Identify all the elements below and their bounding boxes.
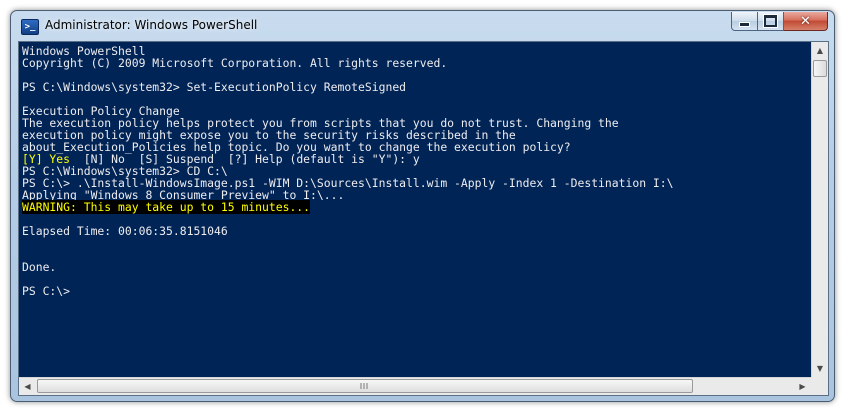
arrow-right-icon: ▶ bbox=[799, 382, 806, 391]
horizontal-scrollbar[interactable]: ◀ ▶ bbox=[19, 377, 811, 395]
scroll-right-button[interactable]: ▶ bbox=[794, 378, 811, 395]
console-line: Copyright (C) 2009 Microsoft Corporation… bbox=[22, 56, 448, 70]
scroll-down-button[interactable]: ▼ bbox=[812, 360, 828, 377]
warning-text: WARNING: This may take up to 15 minutes.… bbox=[22, 200, 311, 214]
arrow-down-icon: ▼ bbox=[816, 364, 824, 373]
close-icon: ✕ bbox=[800, 13, 811, 29]
maximize-button[interactable] bbox=[758, 12, 784, 31]
powershell-icon[interactable]: >_ bbox=[21, 19, 39, 35]
scroll-left-button[interactable]: ◀ bbox=[19, 378, 36, 395]
console-text: Windows PowerShell Copyright (C) 2009 Mic… bbox=[19, 42, 811, 297]
window-title: Administrator: Windows PowerShell bbox=[45, 18, 258, 32]
console-frame: Windows PowerShell Copyright (C) 2009 Mic… bbox=[18, 41, 829, 396]
console-output[interactable]: Windows PowerShell Copyright (C) 2009 Mic… bbox=[19, 42, 811, 377]
current-prompt[interactable]: PS C:\> bbox=[22, 285, 811, 297]
arrow-up-icon: ▲ bbox=[816, 46, 824, 55]
caption-buttons: ✕ bbox=[731, 12, 828, 32]
close-button[interactable]: ✕ bbox=[784, 12, 828, 31]
minimize-icon bbox=[739, 21, 750, 27]
horizontal-scroll-thumb[interactable] bbox=[37, 379, 693, 393]
console-line: PS C:\Windows\system32> Set-ExecutionPol… bbox=[22, 80, 407, 94]
arrow-left-icon: ◀ bbox=[24, 382, 31, 391]
elapsed-time-line: Elapsed Time: 00:06:35.8151046 bbox=[22, 224, 228, 238]
warning-line: WARNING: This may take up to 15 minutes.… bbox=[22, 200, 811, 214]
vertical-scroll-thumb[interactable] bbox=[813, 60, 827, 77]
done-line: Done. bbox=[22, 260, 57, 274]
vertical-scrollbar[interactable]: ▲ ▼ bbox=[811, 42, 828, 377]
scrollbar-corner bbox=[811, 377, 828, 395]
scroll-up-button[interactable]: ▲ bbox=[812, 42, 828, 59]
minimize-button[interactable] bbox=[731, 12, 758, 31]
maximize-icon bbox=[764, 15, 777, 27]
grip-icon bbox=[360, 383, 370, 389]
title-bar[interactable]: >_ Administrator: Windows PowerShell ✕ bbox=[11, 11, 834, 41]
powershell-window: >_ Administrator: Windows PowerShell ✕ W… bbox=[10, 10, 835, 402]
